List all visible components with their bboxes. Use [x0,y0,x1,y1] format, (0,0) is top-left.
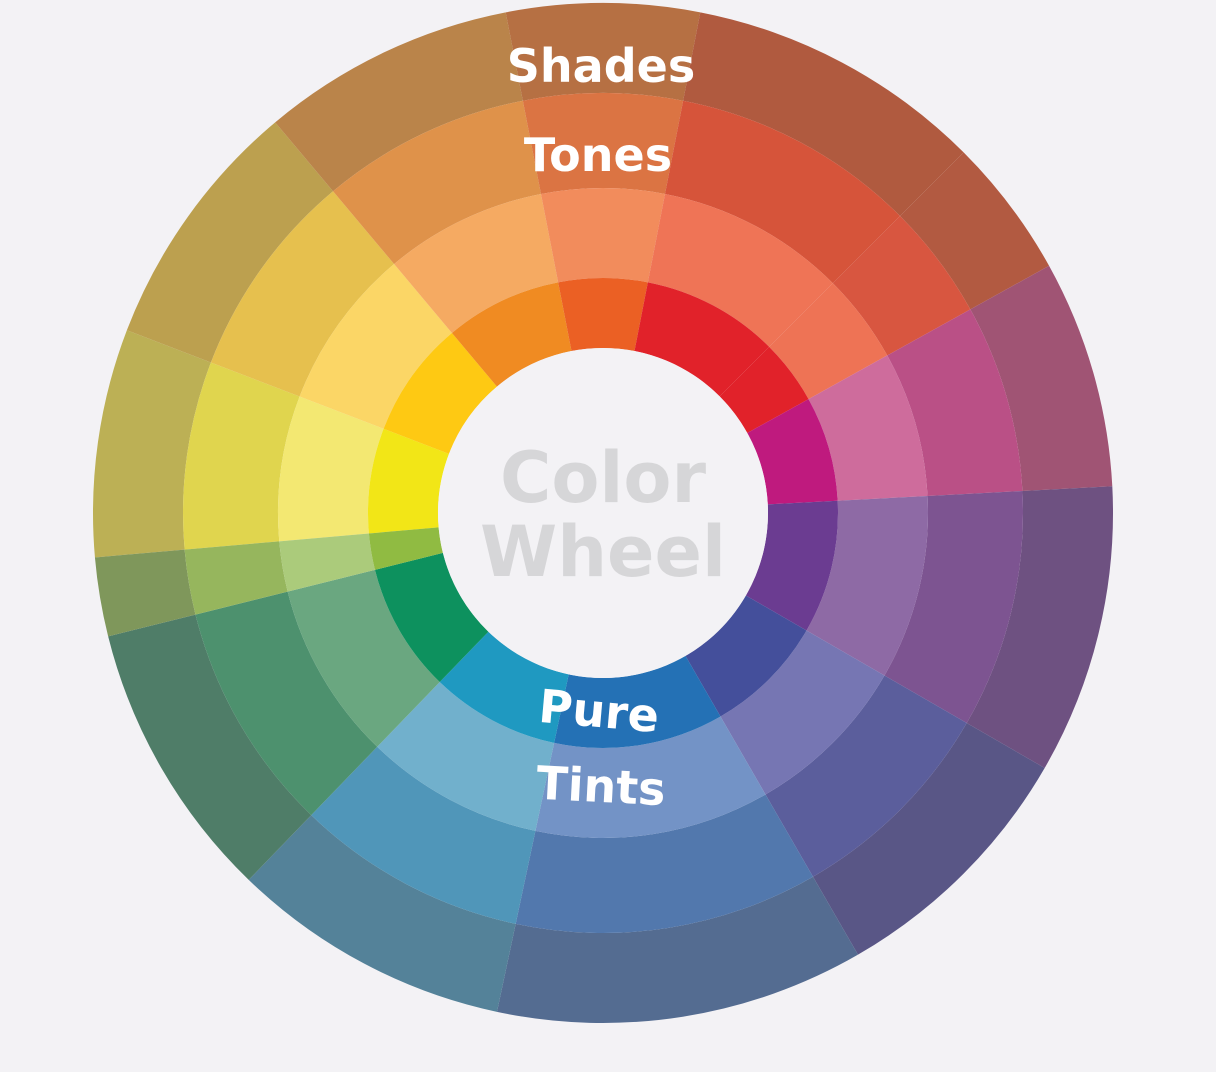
label-tints: Tints [535,756,667,817]
color-wheel-figure: Color Wheel Shades Tones Pure Tints [0,0,1216,1072]
label-pure: Pure [537,679,662,743]
label-tones: Tones [524,128,672,182]
color-wheel: Color Wheel Shades Tones Pure Tints [93,3,1113,1023]
label-shades: Shades [507,39,695,93]
segment-tints-3 [540,188,666,283]
center-title-line1: Color [500,437,707,519]
center-title-line2: Wheel [480,511,726,593]
segment-pure-3 [558,277,648,352]
